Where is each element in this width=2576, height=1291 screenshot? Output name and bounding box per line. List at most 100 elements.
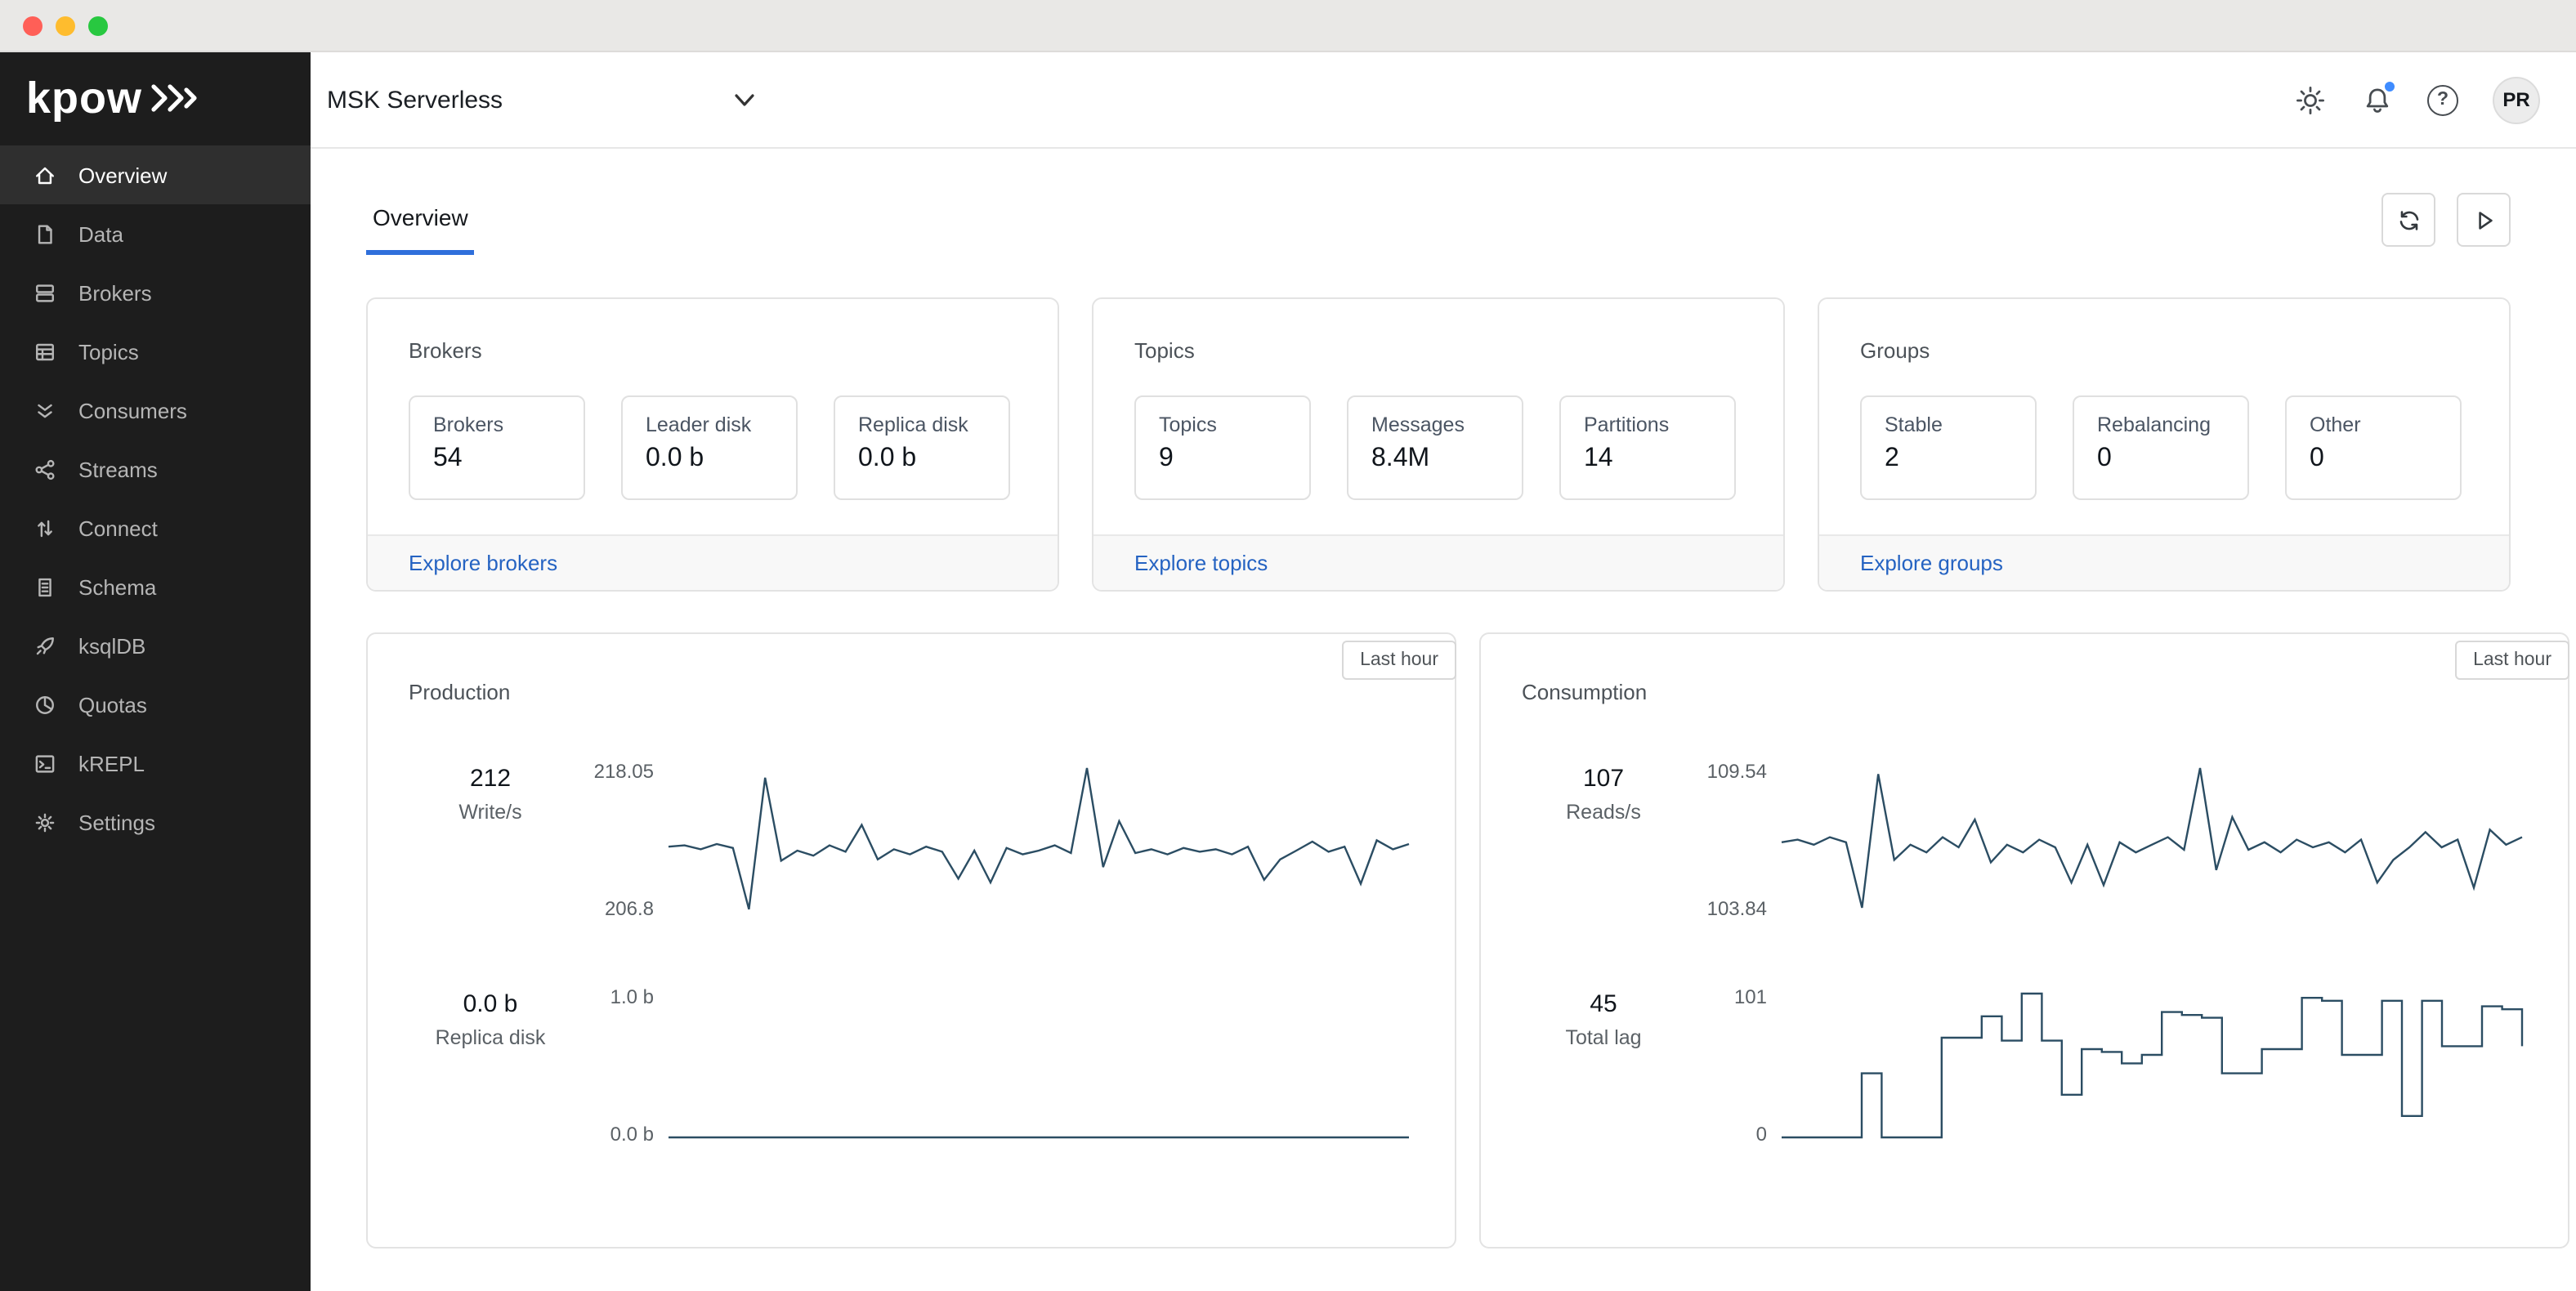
sidebar-item-label: ksqlDB [78,633,146,658]
kpow-logo: kpow [0,52,311,145]
app-window: kpow Overview Data Brokers Topics Consum… [0,0,2576,1291]
metric-value: 107 [1582,765,1625,793]
stat-value: 0.0 b [858,444,917,472]
axis-max-label: 109.54 [1706,760,1767,783]
writes-sparkline-chart [668,767,1410,910]
cluster-selector[interactable]: MSK Serverless [327,86,755,114]
cluster-selector-value: MSK Serverless [327,86,503,114]
sidebar-nav: Overview Data Brokers Topics Consumers S… [0,145,311,851]
sidebar-item-label: Consumers [78,398,187,422]
sidebar-item-settings[interactable]: Settings [0,793,311,851]
sidebar-item-consumers[interactable]: Consumers [0,381,311,440]
replica-disk-sparkline-chart [669,1136,1409,1139]
stat-leader-disk: Leader disk 0.0 b [621,395,798,500]
explore-topics-link[interactable]: Explore topics [1134,551,1268,575]
notification-dot [2383,80,2396,93]
sidebar-item-connect[interactable]: Connect [0,498,311,557]
notifications-button[interactable] [2360,80,2396,116]
sidebar-item-krepl[interactable]: kREPL [0,734,311,793]
stat-value: 0.0 b [646,444,704,472]
stat-value: 8.4M [1371,444,1430,472]
refresh-button[interactable] [2381,193,2435,247]
sidebar-item-label: Quotas [78,692,147,717]
stat-value: 0 [2097,444,2112,472]
stat-replica-disk: Replica disk 0.0 b [834,395,1010,500]
card-title: Production [409,680,511,704]
sidebar-item-quotas[interactable]: Quotas [0,675,311,734]
share-icon [35,458,55,480]
sidebar-item-label: Brokers [78,280,152,305]
main-content: Overview Brokers Brokers 54 Leader disk … [311,149,2576,1291]
stat-stable: Stable 2 [1860,395,2037,500]
sidebar-item-data[interactable]: Data [0,204,311,263]
card-title: Topics [1134,338,1195,363]
sidebar-item-label: Topics [78,339,139,364]
axis-min-label: 0.0 b [610,1123,654,1146]
theme-toggle-button[interactable] [2293,83,2326,116]
groups-card: Groups Stable 2 Rebalancing 0 Other 0 Ex… [1818,297,2511,592]
chevron-down-icon [735,93,754,105]
card-title: Brokers [409,338,482,363]
window-minimize-button[interactable] [56,16,75,35]
swap-arrows-icon [38,519,52,537]
sidebar-item-topics[interactable]: Topics [0,322,311,381]
logo-chevrons-icon [151,84,197,112]
metric-value: 45 [1590,990,1617,1018]
metric-value: 0.0 b [463,990,518,1018]
table-icon [36,342,54,360]
rocket-icon [36,637,54,654]
stat-value: 0 [2310,444,2324,472]
sidebar-item-streams[interactable]: Streams [0,440,311,498]
stat-messages: Messages 8.4M [1347,395,1523,500]
time-range-badge[interactable]: Last hour [2455,641,2569,680]
axis-max-label: 1.0 b [610,985,654,1008]
sidebar-item-brokers[interactable]: Brokers [0,263,311,322]
tab-bar: Overview [366,193,2511,255]
axis-max-label: 101 [1733,985,1767,1008]
sidebar-item-label: Schema [78,574,157,599]
server-icon [36,284,54,302]
sidebar-item-label: Settings [78,810,155,834]
stat-label: Topics [1159,413,1217,436]
card-title: Groups [1860,338,1930,363]
explore-brokers-link[interactable]: Explore brokers [409,551,557,575]
summary-cards-row: Brokers Brokers 54 Leader disk 0.0 b Rep… [366,297,2511,592]
sidebar-item-label: kREPL [78,751,145,775]
sidebar-item-label: Connect [78,516,158,540]
sidebar-item-overview[interactable]: Overview [0,145,311,204]
sidebar-item-ksqldb[interactable]: ksqlDB [0,616,311,675]
double-chevron-down-icon [38,403,52,418]
explore-groups-link[interactable]: Explore groups [1860,551,2003,575]
time-range-badge[interactable]: Last hour [1342,641,1456,680]
stat-label: Leader disk [646,413,752,436]
tab-overview[interactable]: Overview [366,204,475,255]
macos-titlebar [0,0,2576,52]
axis-min-label: 0 [1755,1123,1767,1146]
production-card: Last hour Production 212 Write/s 218.05 … [366,632,1456,1249]
document-icon [38,224,52,243]
refresh-icon [2399,210,2418,230]
sidebar-item-label: Overview [78,163,168,187]
sidebar-item-label: Streams [78,457,158,481]
run-button[interactable] [2457,193,2511,247]
writes-chart-group: 212 Write/s 218.05 206.8 [409,762,1411,918]
stat-label: Replica disk [858,413,968,436]
window-zoom-button[interactable] [88,16,108,35]
total-lag-step-chart [1782,992,2524,1139]
help-button[interactable]: ? [2427,84,2458,115]
home-icon [36,166,54,184]
topics-card: Topics Topics 9 Messages 8.4M Partitions… [1092,297,1785,592]
avatar-initials: PR [2502,88,2530,111]
stat-value: 14 [1584,444,1613,472]
logo-text: kpow [26,74,143,123]
stat-value: 2 [1885,444,1899,472]
window-close-button[interactable] [23,16,42,35]
replica-disk-chart-group: 0.0 b Replica disk 1.0 b 0.0 b [409,987,1411,1144]
sidebar-item-schema[interactable]: Schema [0,557,311,616]
reads-chart-group: 107 Reads/s 109.54 103.84 [1522,762,2524,918]
stat-label: Stable [1885,413,1943,436]
avatar[interactable]: PR [2493,76,2540,123]
metric-label: Total lag [1565,1026,1642,1049]
consumption-card: Last hour Consumption 107 Reads/s 109.54… [1479,632,2569,1249]
stat-label: Other [2310,413,2361,436]
